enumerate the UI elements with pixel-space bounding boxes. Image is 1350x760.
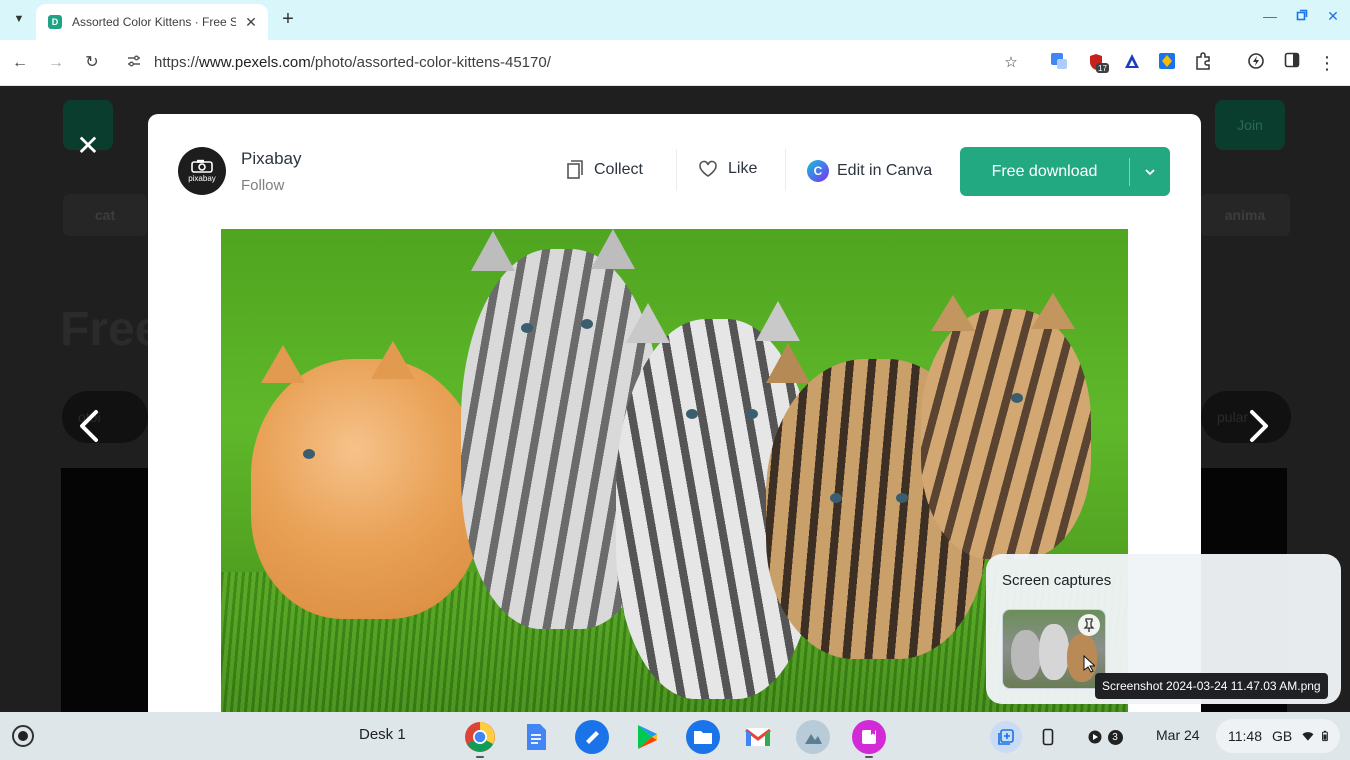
background-image-left bbox=[61, 468, 149, 712]
triangle-extension-icon[interactable] bbox=[1121, 52, 1143, 74]
clock-time: 11:48 bbox=[1228, 728, 1262, 744]
author-avatar[interactable]: pixabay bbox=[178, 147, 226, 195]
screen-captures-title: Screen captures bbox=[1002, 572, 1111, 589]
free-download-button[interactable]: Free download bbox=[960, 147, 1170, 196]
browser-tab-active[interactable]: D Assorted Color Kittens · Free S ✕ bbox=[36, 4, 268, 40]
play-store-app-icon[interactable] bbox=[631, 720, 665, 754]
author-name[interactable]: Pixabay bbox=[241, 149, 301, 169]
address-bar[interactable]: https://www.pexels.com/photo/assorted-co… bbox=[154, 54, 551, 71]
collect-button[interactable]: Collect bbox=[566, 160, 643, 180]
gmail-app-icon[interactable] bbox=[741, 720, 775, 754]
tab-close-icon[interactable]: ✕ bbox=[242, 14, 260, 31]
date-label[interactable]: Mar 24 bbox=[1156, 727, 1200, 743]
files-app-icon[interactable] bbox=[686, 720, 720, 754]
pin-app-icon[interactable] bbox=[575, 720, 609, 754]
phone-hub-icon[interactable] bbox=[1032, 721, 1064, 753]
wifi-icon bbox=[1302, 730, 1314, 743]
follow-button[interactable]: Follow bbox=[241, 177, 284, 194]
back-arrow-icon[interactable]: ← bbox=[9, 52, 31, 74]
url-host: www.pexels.com bbox=[199, 54, 311, 71]
close-modal-icon[interactable]: ✕ bbox=[74, 132, 102, 160]
divider bbox=[676, 149, 677, 191]
camera-icon bbox=[190, 159, 214, 173]
mouse-cursor-icon bbox=[1083, 655, 1095, 673]
translate-extension-icon[interactable] bbox=[1048, 52, 1070, 74]
more-menu-icon[interactable]: ⋮ bbox=[1316, 52, 1338, 74]
edit-in-canva-button[interactable]: C Edit in Canva bbox=[807, 160, 932, 182]
restore-window-icon[interactable] bbox=[1291, 8, 1313, 24]
divider bbox=[785, 149, 786, 191]
like-label: Like bbox=[728, 160, 757, 178]
previous-photo-chevron-left-icon[interactable] bbox=[72, 406, 106, 446]
tab-search-chevron-down-icon[interactable]: ▼ bbox=[8, 8, 30, 30]
notification-count-badge: 3 bbox=[1108, 730, 1123, 745]
extensions-puzzle-icon[interactable] bbox=[1192, 52, 1214, 74]
avatar-brand-text: pixabay bbox=[188, 174, 216, 183]
url-path: /photo/assorted-color-kittens-45170/ bbox=[311, 54, 551, 71]
heart-icon bbox=[698, 160, 718, 178]
play-circle-icon bbox=[1088, 730, 1102, 744]
minimize-icon[interactable]: — bbox=[1259, 8, 1281, 24]
shield-extension-icon[interactable]: 17 bbox=[1087, 52, 1109, 74]
page-heading: Free bbox=[60, 302, 161, 357]
diamond-extension-icon[interactable] bbox=[1156, 52, 1178, 74]
download-options-chevron-down-icon[interactable] bbox=[1130, 168, 1170, 176]
screenshot-filename-tooltip: Screenshot 2024-03-24 11.47.03 AM.png bbox=[1095, 673, 1328, 699]
battery-icon bbox=[1322, 729, 1328, 743]
forward-arrow-icon[interactable]: → bbox=[45, 52, 67, 74]
tab-strip: ▼ D Assorted Color Kittens · Free S ✕ + … bbox=[0, 0, 1350, 40]
performance-icon[interactable] bbox=[1245, 52, 1267, 74]
category-pill-animals[interactable]: anima bbox=[1200, 194, 1290, 236]
join-button[interactable]: Join bbox=[1215, 100, 1285, 150]
like-button[interactable]: Like bbox=[698, 160, 757, 178]
shelf: Desk 1 3 Mar 24 11:48 GB bbox=[0, 712, 1350, 760]
new-tab-plus-icon[interactable]: + bbox=[278, 9, 298, 29]
notifications-indicator[interactable]: 3 bbox=[1080, 721, 1130, 753]
orange-kitten bbox=[251, 359, 481, 619]
canva-logo-icon: C bbox=[807, 160, 829, 182]
download-label: Free download bbox=[960, 163, 1129, 181]
launcher-icon[interactable] bbox=[12, 725, 34, 747]
reload-icon[interactable]: ↻ bbox=[81, 52, 103, 74]
bookmark-collection-icon bbox=[566, 160, 584, 180]
extension-badge: 17 bbox=[1098, 64, 1107, 73]
bookmark-star-icon[interactable]: ☆ bbox=[1000, 52, 1022, 74]
next-photo-chevron-right-icon[interactable] bbox=[1242, 406, 1276, 446]
tote-holding-space-icon[interactable] bbox=[990, 721, 1022, 753]
chrome-app-icon[interactable] bbox=[463, 720, 497, 754]
close-window-icon[interactable]: ✕ bbox=[1322, 8, 1344, 25]
desk-label[interactable]: Desk 1 bbox=[359, 726, 406, 743]
canva-label: Edit in Canva bbox=[837, 162, 932, 180]
system-status-area[interactable]: 11:48 GB bbox=[1216, 719, 1340, 753]
keyboard-locale: GB bbox=[1272, 728, 1292, 744]
collect-label: Collect bbox=[594, 161, 643, 179]
url-scheme: https:// bbox=[154, 54, 199, 71]
side-panel-icon[interactable] bbox=[1281, 52, 1303, 74]
category-pill-cat[interactable]: cat bbox=[63, 194, 147, 236]
docs-app-icon[interactable] bbox=[519, 720, 553, 754]
tab-title: Assorted Color Kittens · Free S bbox=[72, 15, 236, 29]
tabby-kitten-right bbox=[921, 309, 1091, 559]
pin-icon[interactable] bbox=[1078, 614, 1100, 636]
photo-editor-app-icon[interactable] bbox=[796, 720, 830, 754]
thumb-kitten bbox=[1039, 624, 1069, 680]
notes-app-icon[interactable] bbox=[852, 720, 886, 754]
thumb-kitten bbox=[1011, 630, 1041, 680]
browser-toolbar: ← → ↻ https://www.pexels.com/photo/assor… bbox=[0, 40, 1350, 86]
site-info-tune-icon[interactable] bbox=[124, 53, 144, 73]
favicon-icon: D bbox=[48, 15, 62, 29]
